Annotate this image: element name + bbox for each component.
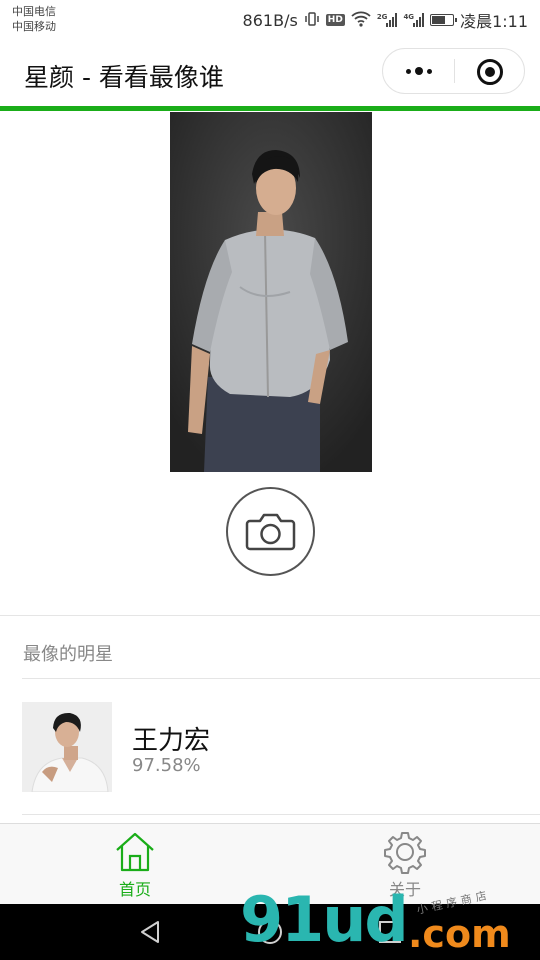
uploaded-photo — [170, 112, 372, 472]
carrier-1: 中国电信 — [12, 5, 56, 18]
clock: 凌晨1:11 — [460, 12, 528, 31]
home-circle-icon[interactable] — [256, 918, 284, 946]
mini-program-capsule — [382, 48, 525, 94]
tab-about-label: 关于 — [388, 880, 421, 899]
status-bar: 中国电信 中国移动 861B/s HD 2G 4G 凌晨1:11 — [0, 0, 540, 38]
hd-badge: HD — [325, 14, 345, 26]
tab-about[interactable]: 关于 — [270, 824, 540, 904]
back-icon[interactable] — [136, 918, 164, 946]
mini-program-close-icon[interactable] — [477, 59, 503, 85]
status-indicators: 861B/s HD 2G 4G 凌晨1:11 — [243, 8, 528, 32]
camera-icon — [245, 513, 296, 551]
celebrity-name: 王力宏 — [132, 726, 211, 756]
celebrity-avatar — [22, 702, 112, 792]
camera-button[interactable] — [226, 487, 315, 576]
battery-level — [432, 16, 446, 24]
recents-icon[interactable] — [376, 918, 404, 946]
signal-icon-2: 4G — [403, 13, 425, 27]
page-title: 星颜 - 看看最像谁 — [24, 63, 224, 92]
capsule-divider — [454, 59, 455, 83]
system-nav-bar — [0, 904, 540, 960]
gear-icon — [384, 832, 426, 874]
result-divider — [22, 814, 540, 815]
results-header: 最像的明星 — [23, 644, 113, 665]
wifi-icon — [351, 11, 371, 30]
home-icon — [116, 832, 154, 872]
section-divider — [0, 615, 540, 616]
carrier-info: 中国电信 中国移动 — [12, 4, 56, 34]
carrier-2: 中国移动 — [12, 20, 56, 33]
vibrate-icon — [304, 11, 320, 30]
battery-icon — [430, 14, 458, 26]
result-item[interactable]: 王力宏 97.58% — [0, 690, 540, 810]
tab-home-label: 首页 — [118, 880, 151, 899]
network-type-1: 2G — [376, 13, 388, 21]
accent-bar — [0, 106, 540, 111]
more-dots-icon[interactable] — [399, 49, 439, 93]
similarity-score: 97.58% — [132, 755, 201, 776]
tab-bar: 首页 关于 — [0, 823, 540, 904]
title-bar: 星颜 - 看看最像谁 — [0, 38, 540, 108]
app-screen: 中国电信 中国移动 861B/s HD 2G 4G 凌晨1:11 星颜 - 看看… — [0, 0, 540, 960]
network-speed: 861B/s — [242, 10, 298, 30]
tab-home[interactable]: 首页 — [0, 824, 270, 904]
network-type-2: 4G — [403, 13, 415, 21]
signal-icon-1: 2G — [377, 13, 398, 27]
header-divider — [22, 678, 540, 679]
